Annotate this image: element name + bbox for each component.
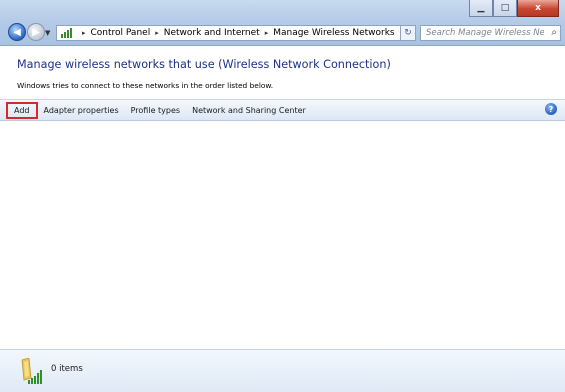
refresh-button[interactable]: ↻ [400,25,416,41]
profile-types-button[interactable]: Profile types [125,100,186,120]
back-arrow-icon: ◀ [13,26,21,38]
command-bar: Add Adapter properties Profile types Net… [0,99,565,121]
breadcrumb-manage-wireless[interactable]: Manage Wireless Networks [273,28,394,38]
details-pane: 0 items [0,349,565,392]
window-controls: ▁ □ x [469,0,559,18]
network-sharing-center-button[interactable]: Network and Sharing Center [186,100,312,120]
forward-arrow-icon: ▶ [32,26,40,38]
page-header: Manage wireless networks that use (Wirel… [0,46,565,98]
refresh-icon: ↻ [404,28,412,38]
wireless-network-icon [21,358,42,384]
close-button[interactable]: x [517,0,559,17]
help-icon[interactable]: ? [545,103,557,115]
search-icon[interactable]: ⌕ [551,27,557,38]
control-panel-icon [61,28,72,38]
page-subtitle: Windows tries to connect to these networ… [17,81,274,90]
address-bar[interactable]: ▸ Control Panel ▸ Network and Internet ▸… [56,25,413,41]
forward-button[interactable]: ▶ [27,23,45,41]
page-title: Manage wireless networks that use (Wirel… [17,58,391,71]
explorer-window: ▁ □ x ◀ ▶ ▼ ▸ Control Panel ▸ Network an… [0,0,565,392]
search-box[interactable]: ⌕ [420,25,561,41]
breadcrumb-network-internet[interactable]: Network and Internet [164,28,260,38]
network-list[interactable] [0,121,565,349]
adapter-properties-button[interactable]: Adapter properties [38,100,125,120]
recent-pages-dropdown[interactable]: ▼ [45,29,50,37]
breadcrumb-separator[interactable]: ▸ [155,29,159,37]
minimize-button[interactable]: ▁ [469,0,493,17]
title-bar: ▁ □ x ◀ ▶ ▼ ▸ Control Panel ▸ Network an… [0,0,565,46]
add-button[interactable]: Add [6,101,38,119]
back-button[interactable]: ◀ [8,23,26,41]
breadcrumb: ▸ Control Panel ▸ Network and Internet ▸… [77,28,395,38]
search-input[interactable] [421,28,544,38]
maximize-button[interactable]: □ [493,0,517,17]
breadcrumb-separator[interactable]: ▸ [82,29,86,37]
breadcrumb-separator[interactable]: ▸ [265,29,269,37]
item-count: 0 items [51,364,83,374]
breadcrumb-control-panel[interactable]: Control Panel [91,28,151,38]
